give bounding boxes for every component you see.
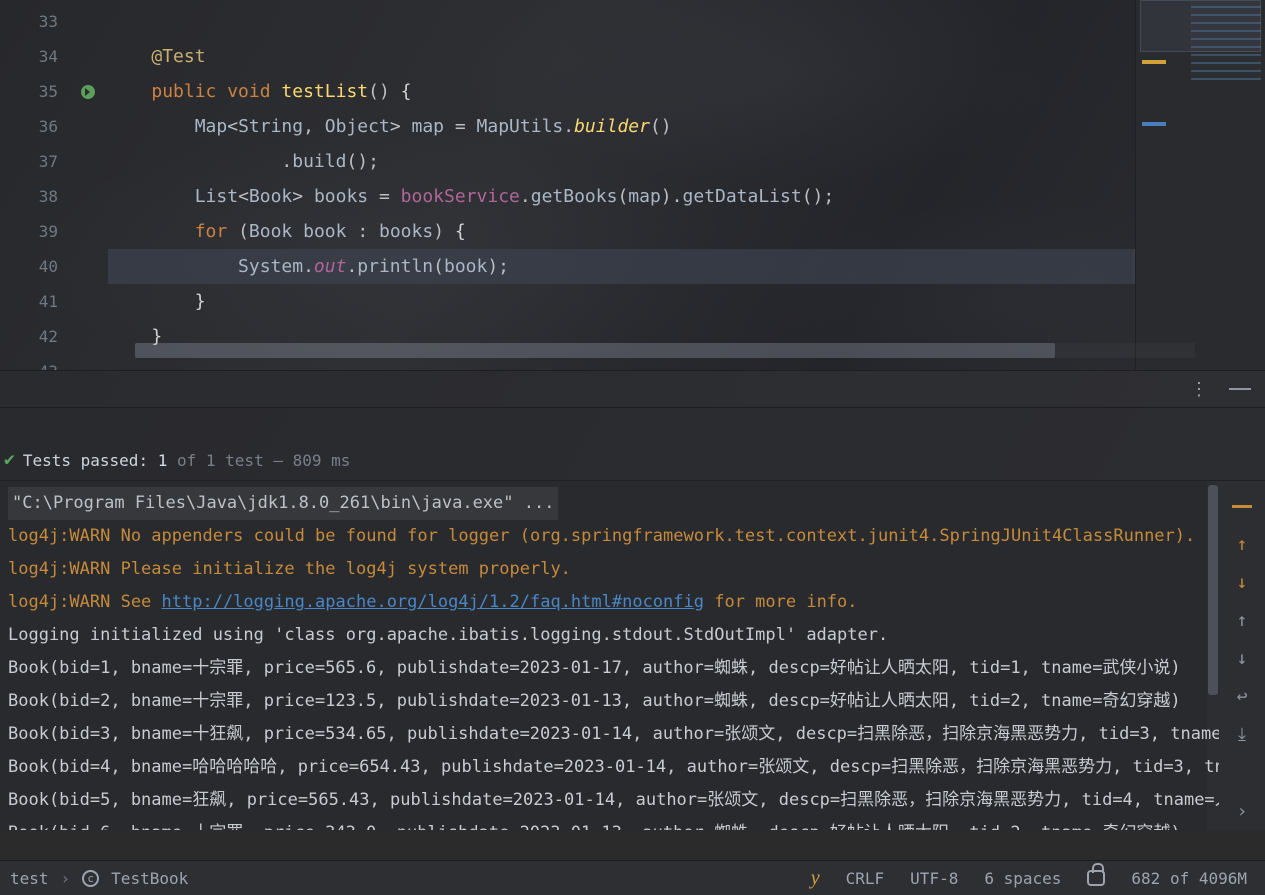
line-number: 42: [0, 319, 58, 354]
command-line: "C:\Program Files\Java\jdk1.8.0_261\bin\…: [8, 487, 558, 520]
memory-indicator[interactable]: 682 of 4096M: [1131, 869, 1247, 888]
console-vertical-scrollbar[interactable]: [1207, 481, 1219, 830]
code-line[interactable]: public void testList() {: [108, 74, 1135, 109]
down-stack-icon[interactable]: ↓: [1231, 571, 1253, 593]
line-number: 38: [0, 179, 58, 214]
code-line[interactable]: .build();: [108, 144, 1135, 179]
console-line: Book(bid=4, bname=哈哈哈哈哈, price=654.43, p…: [8, 751, 1219, 784]
line-number: 40: [0, 249, 58, 284]
code-line[interactable]: }: [108, 284, 1135, 319]
editor-horizontal-scrollbar-thumb[interactable]: [135, 343, 1055, 358]
line-number: 37: [0, 144, 58, 179]
tests-passed-rest: of 1 test – 809 ms: [177, 451, 350, 470]
console-line: Book(bid=1, bname=十宗罪, price=565.6, publ…: [8, 652, 1219, 685]
tests-passed-label: Tests passed:: [23, 451, 148, 470]
breadcrumb[interactable]: test › c TestBook: [0, 869, 188, 888]
line-number: 35: [0, 74, 58, 109]
scroll-to-bottom-icon[interactable]: ↓: [1231, 647, 1253, 669]
code-area[interactable]: @Test public void testList() { Map<Strin…: [108, 0, 1135, 370]
file-encoding[interactable]: UTF-8: [910, 869, 958, 888]
code-line[interactable]: [108, 4, 1135, 39]
console-vertical-scrollbar-thumb[interactable]: [1208, 485, 1218, 695]
minimap-info-mark[interactable]: [1142, 122, 1166, 126]
console-line: Logging initialized using 'class org.apa…: [8, 619, 1219, 652]
line-number: 43: [0, 354, 58, 370]
console-toolbar: ↑ ↓ ↑ ↓ ↩ ⤓: [1219, 481, 1265, 830]
minimap[interactable]: [1135, 0, 1265, 370]
breadcrumb-item[interactable]: test: [10, 869, 49, 888]
line-number: 39: [0, 214, 58, 249]
console-line: Book(bid=3, bname=十狂飙, price=534.65, pub…: [8, 718, 1219, 751]
minimize-tool-window-icon[interactable]: [1229, 388, 1251, 390]
breadcrumb-item[interactable]: TestBook: [111, 869, 188, 888]
console-line: log4j:WARN No appenders could be found f…: [8, 520, 1219, 553]
tests-passed-count: 1: [158, 451, 168, 470]
console-line: Book(bid=2, bname=十宗罪, price=123.5, publ…: [8, 685, 1219, 718]
console-panel: "C:\Program Files\Java\jdk1.8.0_261\bin\…: [0, 480, 1265, 830]
status-bar: test › c TestBook y CRLF UTF-8 6 spaces …: [0, 860, 1265, 895]
code-line[interactable]: List<Book> books = bookService.getBooks(…: [108, 179, 1135, 214]
expand-console-icon[interactable]: ›: [1231, 800, 1253, 822]
log4j-faq-link[interactable]: http://logging.apache.org/log4j/1.2/faq.…: [162, 592, 704, 612]
code-line[interactable]: for (Book book : books) {: [108, 214, 1135, 249]
line-number-gutter: 3334353637383940414243: [0, 0, 68, 370]
indent-setting[interactable]: 6 spaces: [984, 869, 1061, 888]
line-number: 33: [0, 4, 58, 39]
icon-gutter: [68, 0, 108, 370]
more-options-icon[interactable]: ⋮: [1190, 379, 1207, 400]
code-editor[interactable]: 3334353637383940414243 @Test public void…: [0, 0, 1265, 370]
code-line[interactable]: Map<String, Object> map = MapUtils.build…: [108, 109, 1135, 144]
tool-window-header: ⋮: [0, 370, 1265, 408]
line-number: 36: [0, 109, 58, 144]
code-line[interactable]: System.out.println(book);: [108, 249, 1135, 284]
code-line[interactable]: @Test: [108, 39, 1135, 74]
editor-horizontal-scrollbar[interactable]: [135, 343, 1195, 358]
line-number: 41: [0, 284, 58, 319]
scroll-to-end-icon[interactable]: ⤓: [1231, 723, 1253, 745]
minimap-warning-mark[interactable]: [1142, 60, 1166, 64]
scroll-to-top-icon[interactable]: ↑: [1231, 609, 1253, 631]
line-number: 34: [0, 39, 58, 74]
line-separator[interactable]: CRLF: [846, 869, 885, 888]
class-icon: c: [82, 870, 99, 887]
minimap-viewport[interactable]: [1140, 0, 1261, 52]
soft-wrap-icon[interactable]: [1231, 495, 1253, 517]
toggle-wrap-icon[interactable]: ↩: [1231, 685, 1253, 707]
console-output[interactable]: "C:\Program Files\Java\jdk1.8.0_261\bin\…: [0, 481, 1219, 830]
tests-summary: ✔ Tests passed: 1 of 1 test – 809 ms: [0, 408, 1265, 480]
notebook-icon[interactable]: y: [811, 867, 820, 890]
lock-icon[interactable]: [1087, 870, 1105, 886]
console-line: log4j:WARN Please initialize the log4j s…: [8, 553, 1219, 586]
chevron-right-icon: ›: [61, 869, 71, 888]
console-line: Book(bid=5, bname=狂飙, price=565.43, publ…: [8, 784, 1219, 817]
run-test-icon[interactable]: [81, 85, 95, 99]
console-line: log4j:WARN See http://logging.apache.org…: [8, 586, 1219, 619]
check-icon: ✔: [4, 449, 15, 470]
console-line: "C:\Program Files\Java\jdk1.8.0_261\bin\…: [8, 487, 1219, 520]
console-line: Book(bid=6, bname=十宗罪, price=343.0, publ…: [8, 817, 1219, 830]
up-stack-icon[interactable]: ↑: [1231, 533, 1253, 555]
